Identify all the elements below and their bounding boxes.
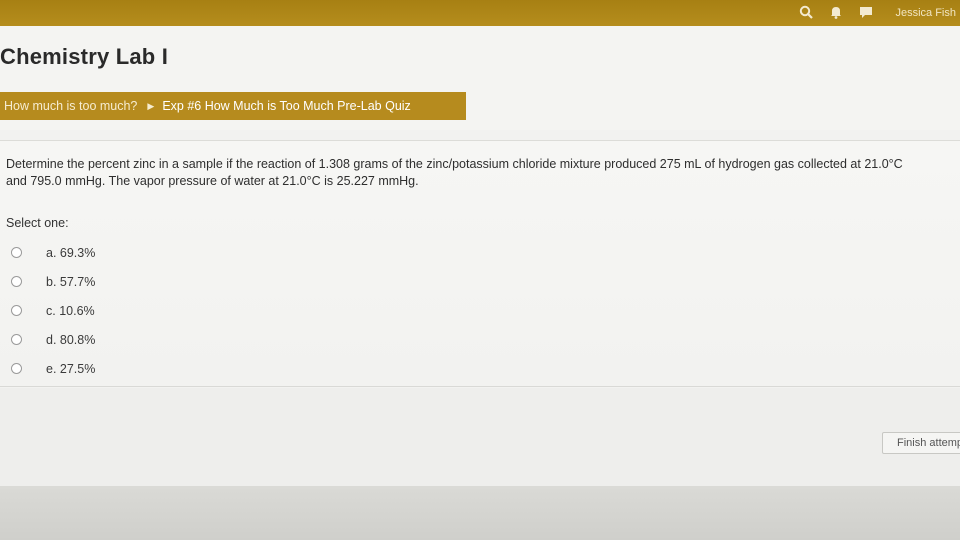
course-title: Chemistry Lab I bbox=[0, 44, 169, 69]
section-divider bbox=[0, 386, 960, 387]
search-icon[interactable] bbox=[798, 4, 814, 20]
answer-option-label[interactable]: b. 57.7% bbox=[46, 275, 95, 289]
quiz-page: Jessica Fish Chemistry Lab I How much is… bbox=[0, 0, 960, 540]
radio-button[interactable] bbox=[11, 363, 22, 374]
radio-button[interactable] bbox=[11, 334, 22, 345]
breadcrumb-parent-link[interactable]: How much is too much? bbox=[4, 99, 137, 113]
answer-option-a[interactable]: a. 69.3% bbox=[10, 238, 95, 267]
breadcrumb-current-link[interactable]: Exp #6 How Much is Too Much Pre-Lab Quiz bbox=[162, 99, 411, 113]
answer-option-d[interactable]: d. 80.8% bbox=[10, 325, 95, 354]
top-navigation-bar: Jessica Fish bbox=[0, 0, 960, 26]
answer-option-label[interactable]: d. 80.8% bbox=[46, 333, 95, 347]
radio-button[interactable] bbox=[11, 305, 22, 316]
notifications-icon[interactable] bbox=[828, 4, 844, 20]
finish-attempt-button[interactable]: Finish attempt bbox=[882, 432, 960, 454]
question-text-line: Determine the percent zinc in a sample i… bbox=[6, 157, 903, 171]
answer-option-label[interactable]: c. 10.6% bbox=[46, 304, 95, 318]
question-text-line: and 795.0 mmHg. The vapor pressure of wa… bbox=[6, 174, 419, 188]
quiz-navigation-panel bbox=[0, 388, 960, 486]
radio-button[interactable] bbox=[11, 247, 22, 258]
messages-icon[interactable] bbox=[858, 4, 874, 20]
topbar-icons bbox=[798, 4, 874, 20]
answer-option-e[interactable]: e. 27.5% bbox=[10, 354, 95, 383]
user-menu-name[interactable]: Jessica Fish bbox=[895, 7, 956, 19]
breadcrumb: How much is too much? ▶ Exp #6 How Much … bbox=[0, 92, 466, 120]
answer-option-label[interactable]: a. 69.3% bbox=[46, 246, 95, 260]
question-text: Determine the percent zinc in a sample i… bbox=[6, 156, 956, 190]
radio-button[interactable] bbox=[11, 276, 22, 287]
answer-option-c[interactable]: c. 10.6% bbox=[10, 296, 95, 325]
breadcrumb-arrow-icon: ▶ bbox=[147, 100, 155, 111]
answer-options: a. 69.3% b. 57.7% c. 10.6% d. 80.8% e. 2… bbox=[10, 238, 95, 383]
answer-option-b[interactable]: b. 57.7% bbox=[10, 267, 95, 296]
select-one-prompt: Select one: bbox=[6, 216, 69, 230]
page-bottom-band bbox=[0, 486, 960, 540]
answer-option-label[interactable]: e. 27.5% bbox=[46, 362, 95, 376]
